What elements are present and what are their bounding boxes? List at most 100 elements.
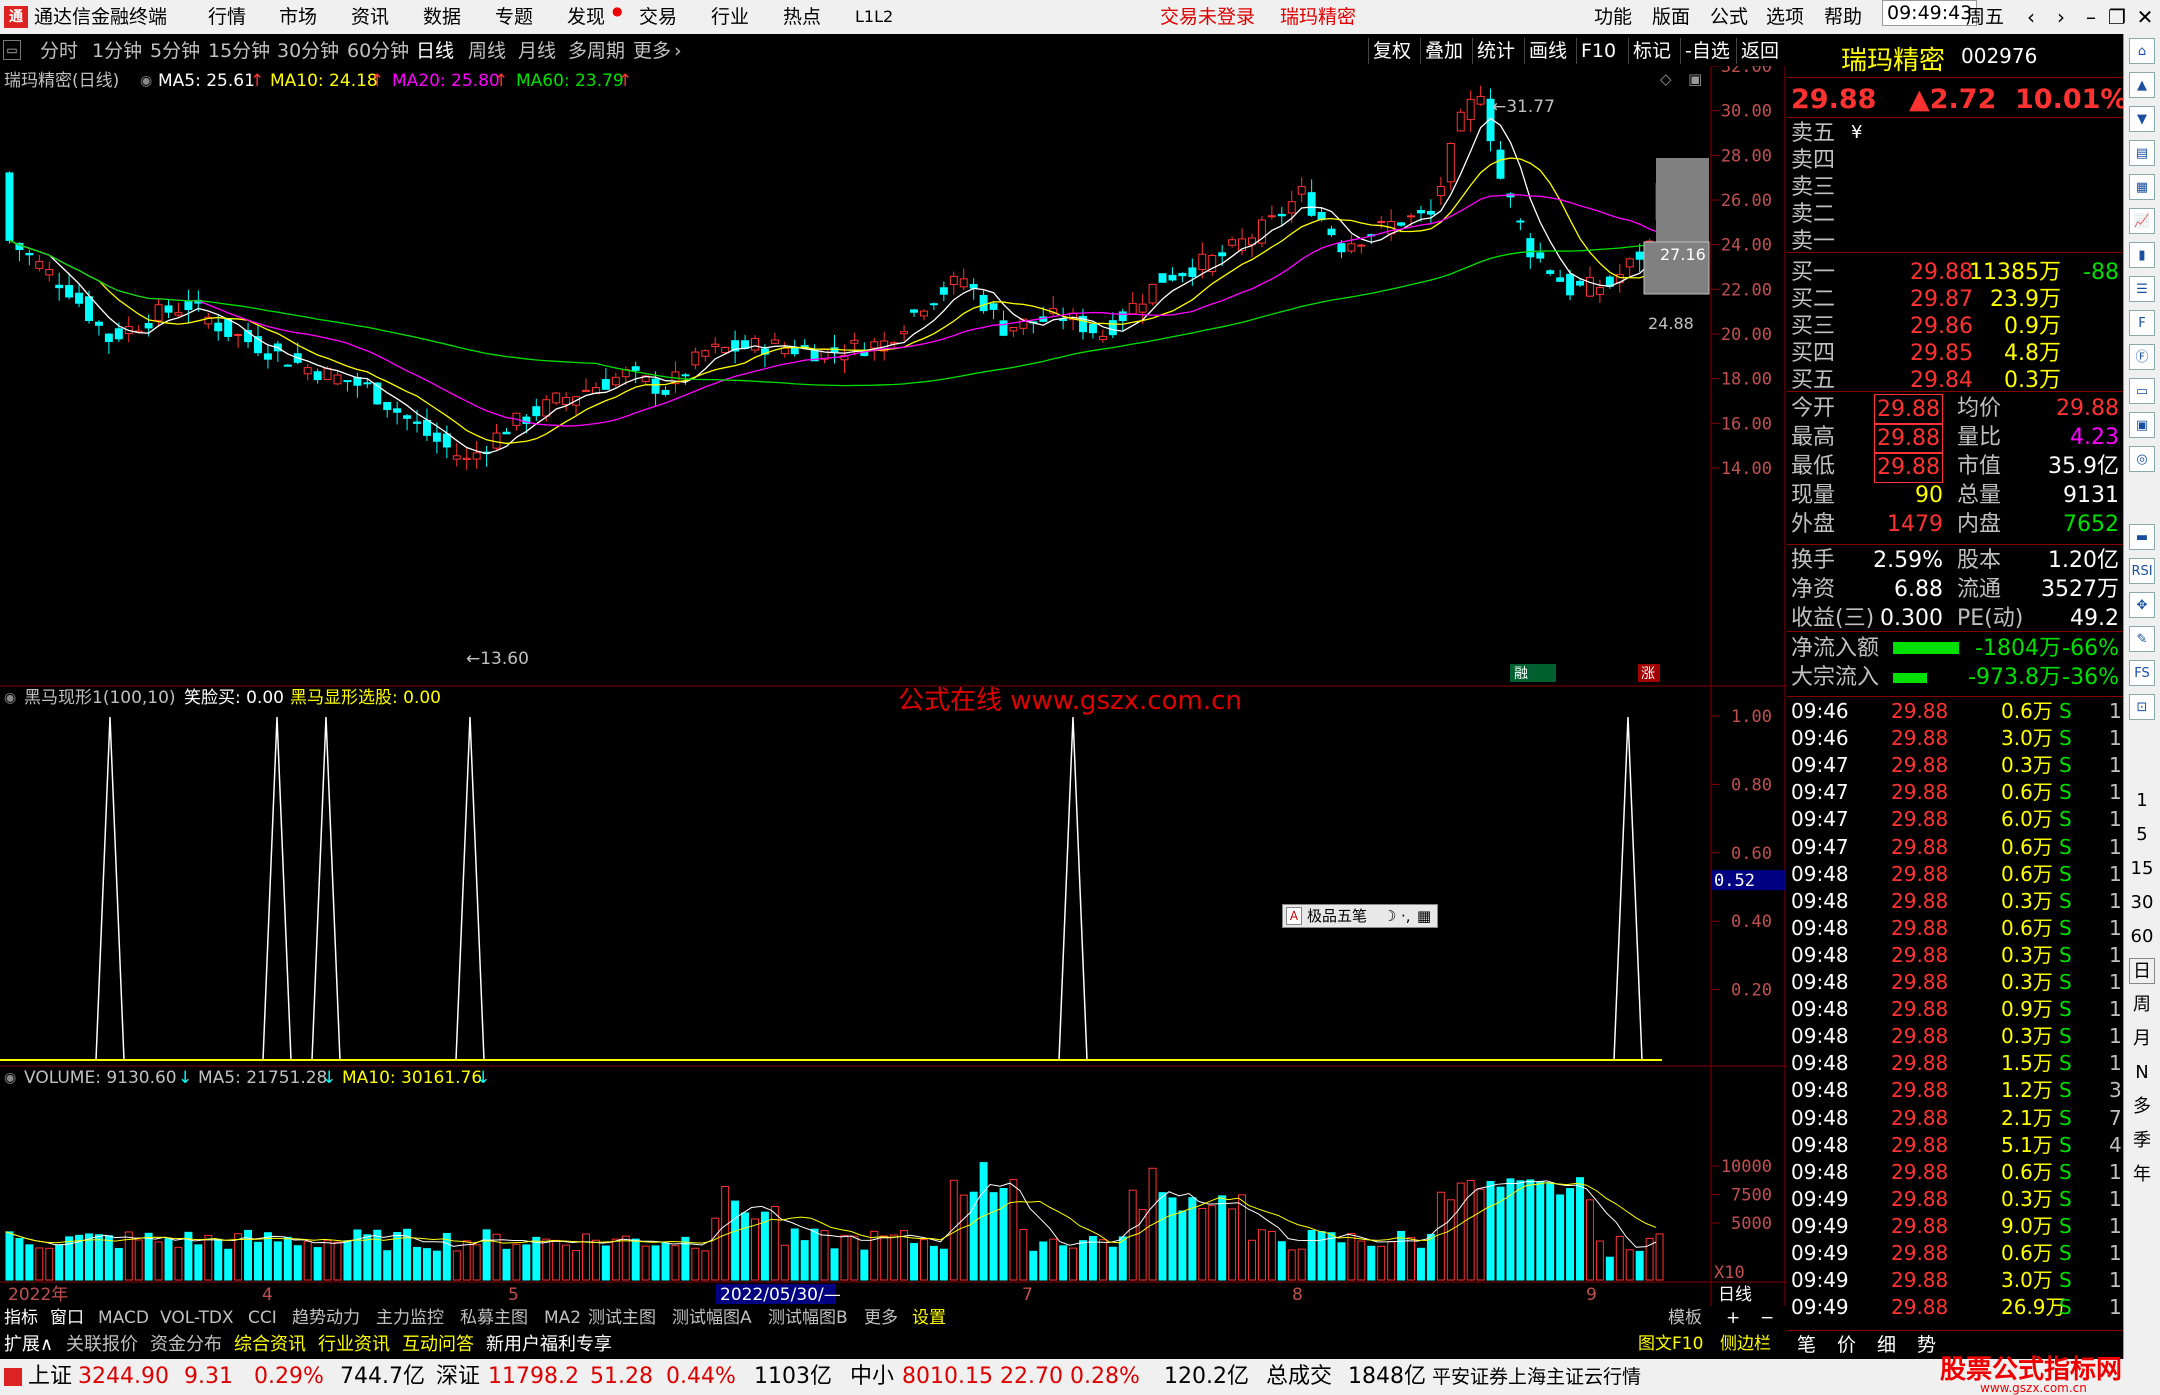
menu-jiaoyi[interactable]: 交易 <box>639 0 677 34</box>
tab-new-user-benefit[interactable]: 新用户福利专享 <box>482 1330 616 1359</box>
tab-cci[interactable]: CCI <box>244 1306 281 1330</box>
tick-list[interactable]: 09:46 29.88 0.6万 S 1 09:46 29.88 3.0万 S 1 09:47 29.… <box>1787 698 2123 1338</box>
down-icon[interactable]: ▼ <box>2129 106 2155 132</box>
bid-row[interactable]: 买五 29.84 0.3万 <box>1787 367 2123 394</box>
menu-banmian[interactable]: 版面 <box>1652 0 1690 34</box>
tab-weekly[interactable]: 周线 <box>468 34 506 68</box>
menu-hangqing[interactable]: 行情 <box>208 0 246 34</box>
tab-vol-tdx[interactable]: VOL-TDX <box>156 1306 238 1330</box>
ask-row[interactable]: 卖一 <box>1787 228 2123 255</box>
line-icon[interactable]: 📈 <box>2129 208 2155 234</box>
doc-icon[interactable]: ▭ <box>2129 378 2155 404</box>
rsi-icon[interactable]: RSI <box>2129 558 2155 584</box>
fs2-icon[interactable]: FS <box>2129 660 2155 686</box>
tab-daily[interactable]: 日线 <box>416 34 454 68</box>
tab-indicators[interactable]: 指标 <box>0 1306 42 1330</box>
template-button[interactable]: 模板 <box>1664 1306 1706 1330</box>
tab-fund-dist[interactable]: 资金分布 <box>146 1330 226 1359</box>
btn-tongji[interactable]: 统计 <box>1472 38 1519 64</box>
draw-icon[interactable]: ✎ <box>2129 626 2155 652</box>
tab-5min[interactable]: 5分钟 <box>150 34 200 68</box>
menu-l1l2[interactable]: L1L2 <box>855 0 893 34</box>
menu-bangzhu[interactable]: 帮助 <box>1824 0 1862 34</box>
candle-icon[interactable]: ▮ <box>2129 242 2155 268</box>
tab-bi[interactable]: 笔 <box>1797 1332 1816 1359</box>
more-chevron-icon[interactable]: › <box>674 34 682 68</box>
side-period-2[interactable]: 月 <box>2129 1026 2155 1052</box>
bid-row[interactable]: 买一 29.88 11385万 -88 <box>1787 259 2123 286</box>
f10-icon[interactable]: Ⓕ <box>2129 344 2155 370</box>
remove-pane-button[interactable]: − <box>1756 1306 1778 1330</box>
forward-nav-icon[interactable]: › <box>2044 0 2078 34</box>
tab-qa[interactable]: 互动问答 <box>398 1330 478 1359</box>
tab-main-monitor[interactable]: 主力监控 <box>372 1306 448 1330</box>
tab-fenshi[interactable]: 分时 <box>40 34 78 68</box>
ime-moon-icon[interactable]: ☽ <box>1383 905 1396 927</box>
close-icon[interactable]: ✕ <box>2128 0 2160 34</box>
tab-macd[interactable]: MACD <box>94 1306 153 1330</box>
menu-redian[interactable]: 热点 <box>783 0 821 34</box>
move-icon[interactable]: ✥ <box>2129 592 2155 618</box>
menu-shichang[interactable]: 市场 <box>279 0 317 34</box>
tab-30min[interactable]: 30分钟 <box>277 34 339 68</box>
tab-expand[interactable]: 扩展∧ <box>0 1330 57 1359</box>
bid-row[interactable]: 买二 29.87 23.9万 <box>1787 286 2123 313</box>
btn-diejia[interactable]: 叠加 <box>1420 38 1467 64</box>
btn-zixuan[interactable]: -自选 <box>1680 38 1734 64</box>
side-period-3[interactable]: N <box>2129 1060 2155 1086</box>
side-period-5[interactable]: 季 <box>2129 1128 2155 1154</box>
tab-more-ind[interactable]: 更多 <box>860 1306 902 1330</box>
pane-max-icon[interactable]: ▣ <box>1688 70 1702 88</box>
side-period-4[interactable]: 多 <box>2129 1094 2155 1120</box>
menu-shuju[interactable]: 数据 <box>423 0 461 34</box>
tab-settings[interactable]: 设置 <box>908 1306 950 1330</box>
side-period-6[interactable]: 年 <box>2129 1162 2155 1188</box>
grid-icon[interactable]: ⊡ <box>2129 694 2155 720</box>
menu-zixun[interactable]: 资讯 <box>351 0 389 34</box>
indicator-collapse-icon[interactable]: ◉ <box>4 686 16 710</box>
tab-60min[interactable]: 60分钟 <box>347 34 409 68</box>
home-icon[interactable]: ⌂ <box>2129 38 2155 64</box>
list-icon[interactable]: ☰ <box>2129 276 2155 302</box>
side-minute-1[interactable]: 1 <box>2129 788 2155 814</box>
tab-window[interactable]: 窗口 <box>46 1306 88 1330</box>
tab-monthly[interactable]: 月线 <box>518 34 556 68</box>
settings-diamond-icon[interactable]: ◇ <box>1660 70 1672 88</box>
ask-row[interactable]: 卖四 <box>1787 147 2123 174</box>
tab-industry-news[interactable]: 行业资讯 <box>314 1330 394 1359</box>
side-minute-30[interactable]: 30 <box>2129 890 2155 916</box>
tab-test-sub-b[interactable]: 测试幅图B <box>764 1306 852 1330</box>
broker-server[interactable]: 平安证券上海主证云行情 <box>1432 1359 1641 1395</box>
bid-row[interactable]: 买四 29.85 4.8万 <box>1787 340 2123 367</box>
sh-label[interactable]: 上证 <box>28 1359 72 1395</box>
side-minute-60[interactable]: 60 <box>2129 924 2155 950</box>
tab-more[interactable]: 更多 <box>633 34 671 68</box>
ime-punct-icon[interactable]: ·, <box>1401 905 1411 927</box>
tab-news[interactable]: 综合资讯 <box>230 1330 310 1359</box>
menu-hangye[interactable]: 行业 <box>711 0 749 34</box>
tab-test-main[interactable]: 测试主图 <box>584 1306 660 1330</box>
menu-faxian[interactable]: 发现 <box>567 0 605 34</box>
tab-test-sub-a[interactable]: 测试幅图A <box>668 1306 756 1330</box>
tab-15min[interactable]: 15分钟 <box>208 34 270 68</box>
tab-multi-period[interactable]: 多周期 <box>568 34 625 68</box>
window-toggle-icon[interactable]: ▭ <box>3 40 21 60</box>
back-nav-icon[interactable]: ‹ <box>2014 0 2048 34</box>
btn-fanhui[interactable]: 返回 <box>1736 38 1783 64</box>
tab-shi[interactable]: 势 <box>1917 1332 1936 1359</box>
tab-trend-power[interactable]: 趋势动力 <box>288 1306 364 1330</box>
ask-row[interactable]: 卖五 <box>1787 120 2123 147</box>
table-icon[interactable]: ▦ <box>2129 174 2155 200</box>
collapse-icon[interactable]: ◉ <box>140 68 152 94</box>
side-period-0[interactable]: 日 <box>2129 958 2155 984</box>
sz-label[interactable]: 深证 <box>436 1359 480 1395</box>
f10-link[interactable]: 图文F10 <box>1634 1330 1707 1359</box>
btn-biaoji[interactable]: 标记 <box>1628 38 1675 64</box>
add-pane-button[interactable]: + <box>1722 1306 1744 1330</box>
ime-toolbar[interactable]: A 极品五笔 ☽ ·, ▦ <box>1282 904 1438 928</box>
side-minute-5[interactable]: 5 <box>2129 822 2155 848</box>
tab-xi[interactable]: 细 <box>1877 1332 1896 1359</box>
menu-zhuanti[interactable]: 专题 <box>495 0 533 34</box>
fin-icon[interactable]: F <box>2129 310 2155 336</box>
chart-icon[interactable]: ▤ <box>2129 140 2155 166</box>
